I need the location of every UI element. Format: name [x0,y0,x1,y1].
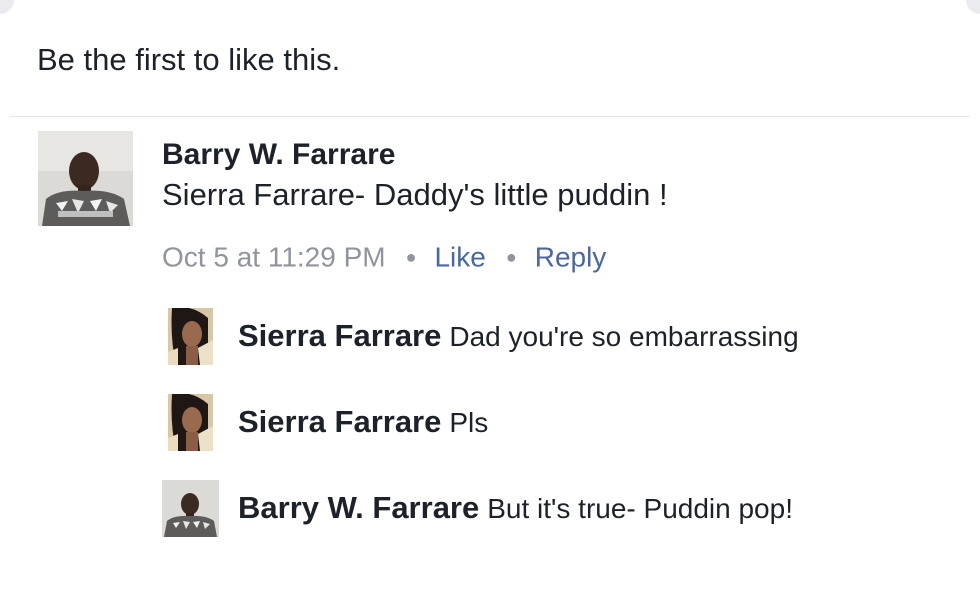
reply-item: Sierra Farrare Pls [162,394,962,454]
reply-body: Dad you're so embarrassing [449,321,799,352]
reply-button[interactable]: Reply [535,241,607,272]
comment-timestamp[interactable]: Oct 5 at 11:29 PM [162,241,386,272]
reply-item: Sierra Farrare Dad you're so embarrassing [162,308,962,368]
reply-item: Barry W. Farrare But it's true- Puddin po… [162,480,962,540]
reply-author[interactable]: Sierra Farrare [238,404,441,439]
reply-content: Sierra Farrare Dad you're so embarrassing [238,316,799,357]
profile-photo-man-icon [38,131,133,226]
reply-author[interactable]: Sierra Farrare [238,318,441,353]
comment-avatar[interactable] [38,131,133,226]
separator-dot: ● [505,247,517,267]
profile-photo-woman-icon [168,308,213,365]
reply-avatar[interactable] [168,394,213,451]
reply-content: Barry W. Farrare But it's true- Puddin po… [238,488,793,529]
comment-thread-page: Be the first to like this. Barry W. Farr… [0,0,980,614]
comment-body: Sierra Farrare- Daddy's little puddin ! [162,177,668,212]
like-button[interactable]: Like [434,241,485,272]
reply-avatar[interactable] [168,308,213,365]
reply-body: Pls [449,407,489,438]
divider [10,116,970,117]
likes-summary[interactable]: Be the first to like this. [37,40,340,80]
top-edge [0,0,980,14]
profile-photo-man-icon [162,480,219,537]
reply-body: But it's true- Puddin pop! [487,493,793,524]
comment-meta: Oct 5 at 11:29 PM ● Like ● Reply [162,237,606,281]
reply-author[interactable]: Barry W. Farrare [238,490,479,525]
comment-author[interactable]: Barry W. Farrare [162,136,395,174]
profile-photo-woman-icon [168,394,213,451]
reply-content: Sierra Farrare Pls [238,402,488,443]
reply-avatar[interactable] [162,480,219,537]
separator-dot: ● [405,247,417,267]
